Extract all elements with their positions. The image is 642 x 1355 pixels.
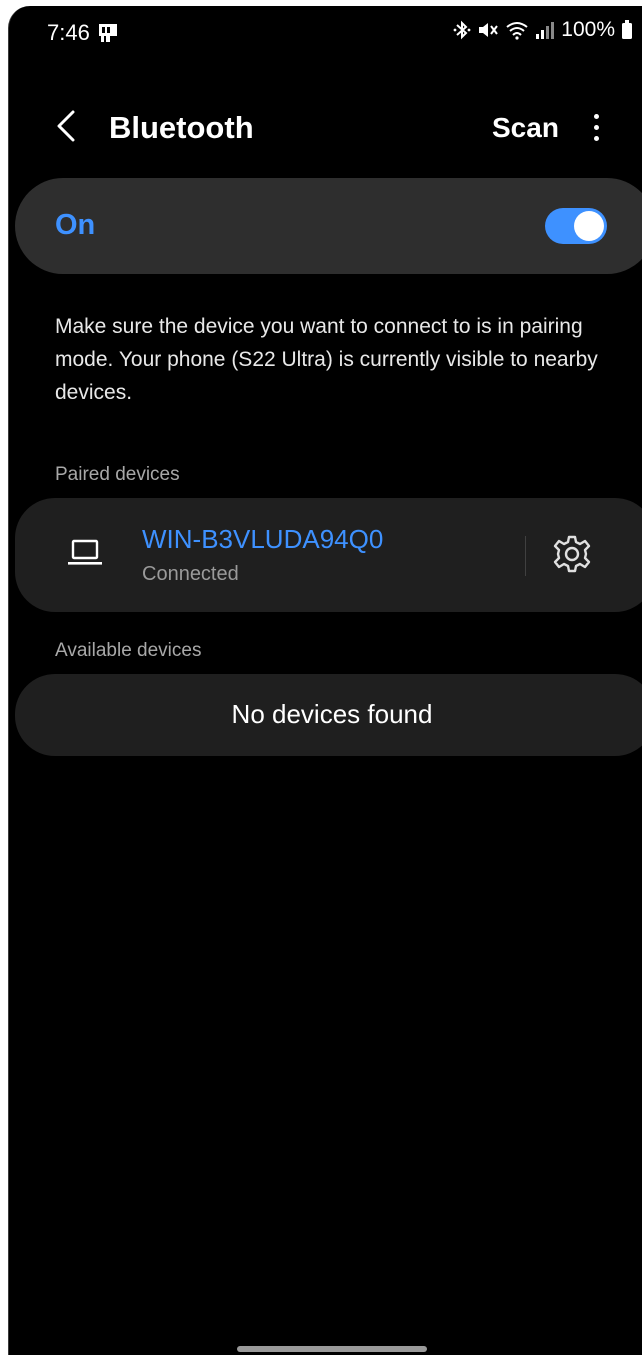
bluetooth-status-icon	[453, 20, 471, 40]
page-title: Bluetooth	[109, 110, 254, 145]
bluetooth-toggle-row[interactable]: On	[15, 178, 642, 274]
wifi-icon	[506, 22, 528, 40]
notification-icon	[99, 24, 117, 42]
app-bar: Bluetooth Scan	[9, 96, 642, 156]
available-devices-heading: Available devices	[55, 640, 202, 661]
battery-icon	[622, 20, 632, 39]
scan-button[interactable]: Scan	[492, 112, 559, 144]
paired-devices-card: WIN-B3VLUDA94Q0 Connected	[15, 498, 642, 612]
signal-icon	[536, 22, 555, 39]
status-icons: 100%	[453, 18, 633, 42]
pairing-description: Make sure the device you want to connect…	[55, 315, 598, 404]
status-time: 7:46	[47, 20, 90, 45]
paired-devices-heading: Paired devices	[55, 464, 180, 485]
no-devices-message: No devices found	[231, 699, 433, 729]
switch-knob	[574, 211, 604, 241]
more-options-icon[interactable]	[587, 112, 607, 144]
gear-icon[interactable]	[551, 533, 593, 575]
paired-device-item[interactable]: WIN-B3VLUDA94Q0 Connected	[15, 498, 525, 612]
laptop-icon	[68, 539, 102, 565]
bluetooth-state-label: On	[55, 209, 96, 241]
divider	[525, 536, 526, 576]
mute-icon	[479, 23, 499, 37]
bluetooth-switch[interactable]	[545, 208, 607, 244]
status-bar: 7:46 100%	[9, 6, 642, 56]
available-devices-card: No devices found	[15, 674, 642, 756]
device-name: WIN-B3VLUDA94Q0	[142, 524, 384, 554]
back-arrow-icon[interactable]	[51, 108, 81, 144]
home-indicator[interactable]	[237, 1346, 427, 1352]
battery-percent: 100%	[561, 18, 615, 41]
device-status: Connected	[142, 563, 239, 585]
phone-screen: 7:46 100% Bluetooth Scan On Make sure th…	[8, 6, 642, 1355]
